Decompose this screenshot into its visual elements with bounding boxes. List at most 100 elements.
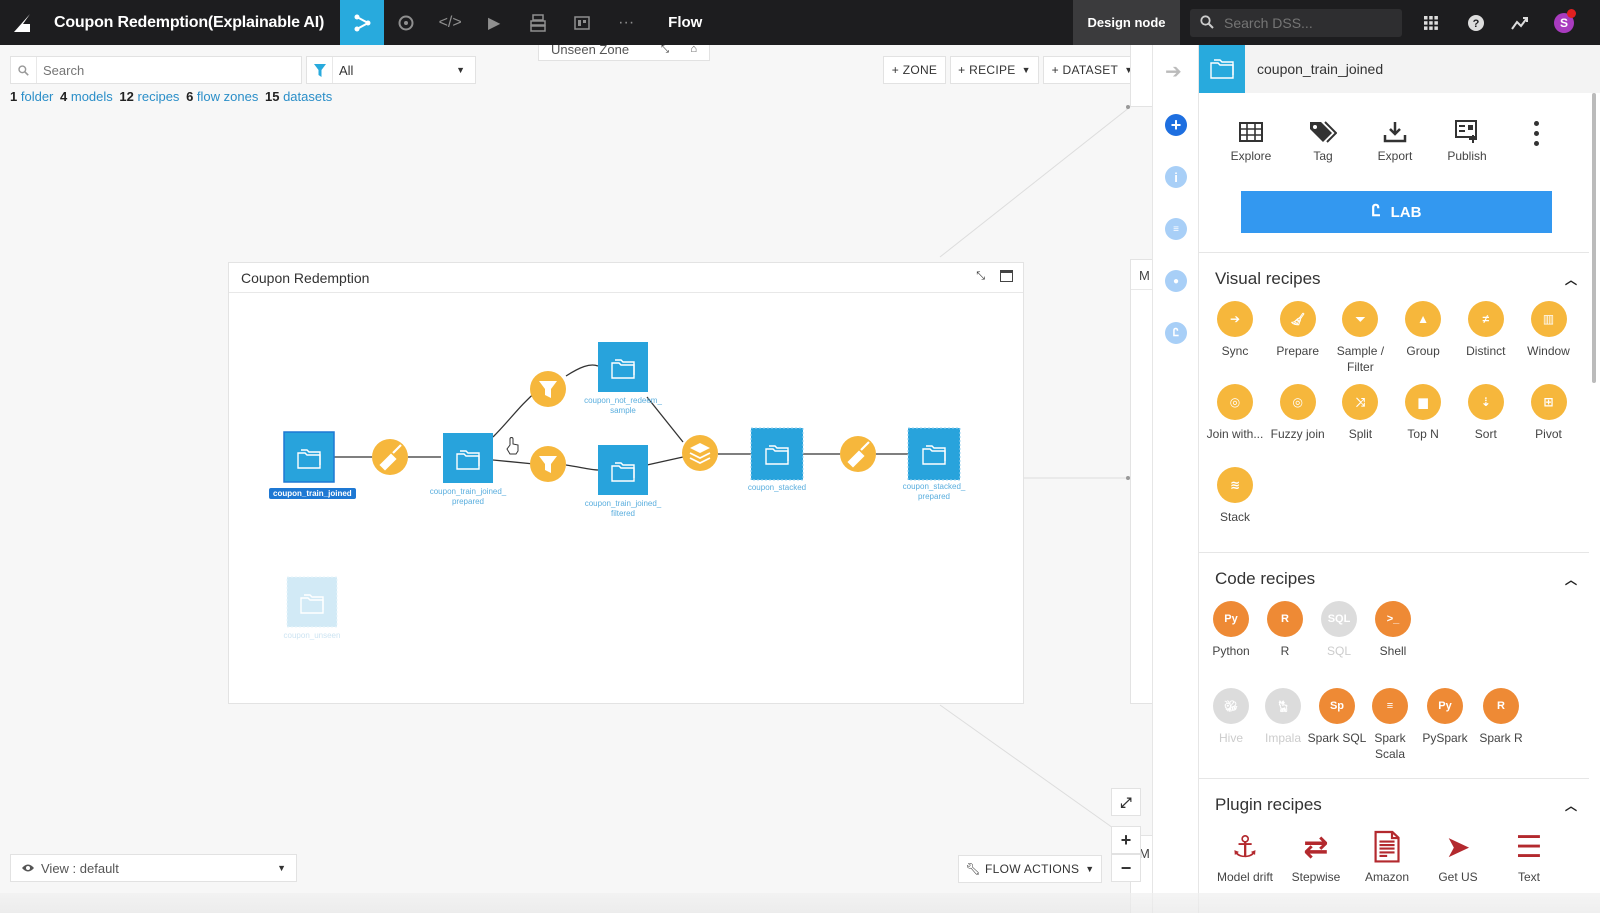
recipe-pyspark[interactable]: Py PySpark bbox=[1413, 688, 1477, 746]
swap-arrows-icon: ⇄ bbox=[1303, 830, 1329, 864]
recipe-fuzzy-join[interactable]: ◎ Fuzzy join bbox=[1266, 384, 1330, 442]
lab-icon[interactable]: Ꮭ bbox=[1165, 322, 1187, 344]
recipe-get-us[interactable]: ➤ Get US bbox=[1422, 827, 1494, 885]
more-icon[interactable]: ··· bbox=[604, 0, 648, 45]
chevron-up-icon: ︿ bbox=[1564, 273, 1577, 287]
visual-recipes-section: Visual recipes ︿ ➔ Sync 🧹︎ Prepare ⏷ Sample / … bbox=[1199, 252, 1589, 552]
eye-icon bbox=[21, 861, 35, 876]
recipe-label: SQL bbox=[1326, 644, 1351, 658]
stack-print-icon[interactable] bbox=[516, 0, 560, 45]
help-icon[interactable]: ? bbox=[1465, 12, 1487, 34]
dss-search[interactable] bbox=[1190, 9, 1402, 37]
recipe-sort[interactable]: ⇣ Sort bbox=[1454, 384, 1518, 442]
recipe-join-with[interactable]: ◎ Join with... bbox=[1203, 384, 1267, 442]
recipe-split[interactable]: ⤨ Split bbox=[1328, 384, 1392, 442]
dataset-node-coupon-train-joined-prepared[interactable] bbox=[443, 433, 493, 483]
stack-recipe-node[interactable] bbox=[682, 435, 718, 471]
node-label-coupon-train-joined-prepared[interactable]: coupon_train_joined_ prepared bbox=[413, 487, 523, 507]
code-recipes-section: Code recipes ︿ Py Python R R SQL SQL >_ Shell 🐝︎ H… bbox=[1199, 552, 1589, 778]
code-icon[interactable]: </> bbox=[428, 0, 472, 45]
download-icon bbox=[1383, 119, 1407, 145]
publish-icon bbox=[1455, 119, 1479, 145]
recipe-shell[interactable]: >_ Shell bbox=[1361, 601, 1425, 659]
dataset-node-coupon-unseen[interactable] bbox=[286, 576, 338, 628]
recipe-label: Pivot bbox=[1535, 427, 1562, 441]
recipe-group[interactable]: ▲ Group bbox=[1391, 301, 1455, 359]
flow-actions-button[interactable]: 🔧︎ FLOW ACTIONS ▼ bbox=[958, 855, 1102, 883]
node-label-coupon-train-joined[interactable]: coupon_train_joined bbox=[269, 488, 356, 499]
dss-search-input[interactable] bbox=[1224, 15, 1384, 31]
recipe-label: Sample / Filter bbox=[1336, 344, 1385, 374]
flow-icon[interactable] bbox=[340, 0, 385, 45]
recipe-spark-r[interactable]: R Spark R bbox=[1469, 688, 1533, 746]
panel-scrollbar[interactable] bbox=[1592, 93, 1596, 383]
prepare-recipe-node-2[interactable] bbox=[840, 436, 876, 472]
filter-recipe-node-bottom[interactable] bbox=[530, 446, 566, 482]
add-icon[interactable]: + bbox=[1165, 114, 1187, 136]
search-icon bbox=[1200, 14, 1214, 32]
dataset-actions: Explore Tag Export Publish bbox=[1199, 93, 1600, 163]
node-label-coupon-stacked-prepared[interactable]: coupon_stacked_ prepared bbox=[879, 482, 989, 502]
node-label-coupon-stacked[interactable]: coupon_stacked bbox=[722, 483, 832, 493]
recipe-sync[interactable]: ➔ Sync bbox=[1203, 301, 1267, 359]
fuzzy-join-icon: ◎ bbox=[1279, 384, 1316, 420]
prepare-recipe-node[interactable] bbox=[372, 439, 408, 475]
lab-button[interactable]: Ꮭ LAB bbox=[1241, 191, 1552, 233]
fit-screen-button[interactable]: ⤢ bbox=[1111, 788, 1141, 816]
filter-recipe-node-top[interactable] bbox=[530, 371, 566, 407]
r-icon: R bbox=[1267, 601, 1303, 637]
recipe-label: Impala bbox=[1264, 731, 1302, 745]
recipe-label: Group bbox=[1406, 344, 1440, 358]
zoom-in-button[interactable]: + bbox=[1111, 826, 1141, 854]
sql-icon: SQL bbox=[1321, 601, 1357, 637]
dataiku-logo[interactable] bbox=[0, 0, 44, 45]
explore-button[interactable]: Explore bbox=[1215, 119, 1287, 163]
recipe-amazon[interactable]: 📄︎ Amazon bbox=[1351, 827, 1423, 885]
recipe-label: Get US bbox=[1438, 870, 1478, 884]
info-icon[interactable]: i bbox=[1165, 166, 1187, 188]
recipe-top-n[interactable]: ▆ Top N bbox=[1391, 384, 1455, 442]
project-title[interactable]: Coupon Redemption(Explainable AI) bbox=[44, 14, 340, 32]
node-label-coupon-unseen[interactable]: coupon_unseen bbox=[257, 631, 367, 641]
recipe-window[interactable]: ▥ Window bbox=[1517, 301, 1581, 359]
recipe-stack[interactable]: ≋ Stack bbox=[1203, 467, 1267, 525]
recipe-prepare[interactable]: 🧹︎ Prepare bbox=[1266, 301, 1330, 359]
arrow-right-icon[interactable]: ➔ bbox=[1165, 59, 1182, 84]
flow-canvas[interactable]: All ▼ 1 folder 4 models 12 recipes 6 flo… bbox=[0, 45, 1152, 913]
node-label-coupon-not-redeem-sample[interactable]: coupon_not_redeem_ sample bbox=[568, 396, 678, 416]
dataset-node-coupon-train-joined-filtered[interactable] bbox=[598, 445, 648, 495]
apps-grid-icon[interactable] bbox=[1420, 12, 1442, 34]
publish-button[interactable]: Publish bbox=[1431, 119, 1503, 163]
chevron-down-icon: ▼ bbox=[277, 863, 286, 873]
zoom-out-button[interactable]: − bbox=[1111, 854, 1141, 882]
design-node-label[interactable]: Design node bbox=[1073, 0, 1180, 45]
visual-recipes-title[interactable]: Visual recipes ︿ bbox=[1199, 253, 1589, 289]
export-button[interactable]: Export bbox=[1359, 119, 1431, 163]
recipe-distinct[interactable]: ≠ Distinct bbox=[1454, 301, 1518, 359]
dataset-node-coupon-stacked-prepared[interactable] bbox=[907, 427, 961, 481]
tag-button[interactable]: Tag bbox=[1287, 119, 1359, 163]
discussion-icon[interactable]: ● bbox=[1165, 270, 1187, 292]
dataset-node-coupon-stacked[interactable] bbox=[750, 427, 804, 481]
right-panel: coupon_train_joined Explore Tag Export P… bbox=[1198, 45, 1600, 913]
dataset-node-coupon-train-joined[interactable] bbox=[283, 431, 335, 483]
schema-icon[interactable]: ≡ bbox=[1165, 218, 1187, 240]
recipe-pivot[interactable]: ⊞ Pivot bbox=[1517, 384, 1581, 442]
node-label-coupon-train-joined-filtered[interactable]: coupon_train_joined_ filtered bbox=[568, 499, 678, 519]
circle-icon[interactable] bbox=[384, 0, 428, 45]
dashboard-icon[interactable] bbox=[560, 0, 604, 45]
recipe-text[interactable]: ☰ Text bbox=[1493, 827, 1565, 885]
activity-icon[interactable] bbox=[1509, 12, 1531, 34]
code-recipes-title[interactable]: Code recipes ︿ bbox=[1199, 553, 1589, 589]
recipe-sample-filter[interactable]: ⏷ Sample / Filter bbox=[1328, 301, 1392, 375]
view-select[interactable]: View : default ▼ bbox=[10, 854, 297, 882]
group-icon: ▲ bbox=[1405, 301, 1442, 337]
recipe-stepwise[interactable]: ⇄ Stepwise bbox=[1280, 827, 1352, 885]
recipe-model-drift[interactable]: ⚓︎ Model drift bbox=[1209, 827, 1281, 885]
dataset-node-coupon-not-redeem-sample[interactable] bbox=[598, 342, 648, 392]
recipe-label: Prepare bbox=[1276, 344, 1320, 358]
plugin-recipes-title[interactable]: Plugin recipes ︿ bbox=[1199, 779, 1589, 815]
play-icon[interactable]: ▶ bbox=[472, 0, 516, 45]
table-icon bbox=[1239, 119, 1263, 145]
more-actions-icon[interactable] bbox=[1534, 121, 1539, 146]
